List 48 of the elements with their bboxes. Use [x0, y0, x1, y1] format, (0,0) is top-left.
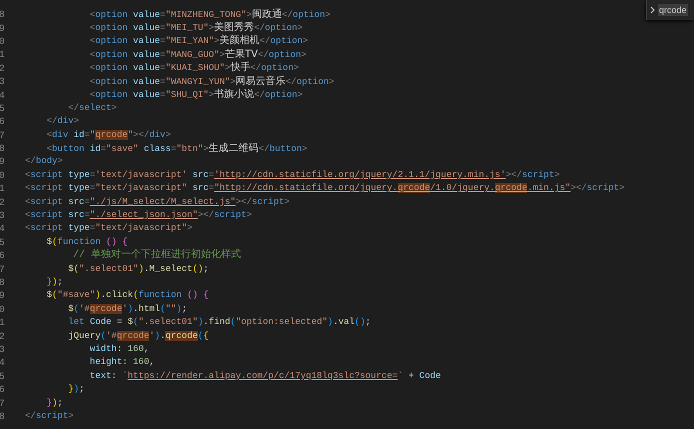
- line-number: 9: [0, 22, 6, 34]
- code-line: <div id="qrcode"></div>: [46, 128, 171, 142]
- code-line: <script type="text/javascript" src="http://cdn.staticfile.org/jquery.qrcode/1.0/jquery.qrcode.min.js"></script>: [25, 182, 625, 196]
- line-number: 1: [0, 317, 6, 328]
- code-line: <script type='text/javascript' src='http://cdn.staticfile.org/jquery/2.1.1/jquery.min.js'></script>: [25, 168, 560, 182]
- code-line: <option value="MINZHENG_TONG">闽政通</option>: [88, 8, 330, 22]
- code-line: text: `https://render.alipay.com/p/c/17yq18lq3slc?source=` + Code: [88, 370, 441, 383]
- code-line: $("#save").click(function () {: [46, 289, 209, 302]
- code-line: // 单独对一个下拉框进行初始化样式: [72, 249, 242, 262]
- chevron-icon[interactable]: [650, 6, 655, 14]
- code-line: </script>: [25, 410, 74, 423]
- code-line: <script type="text/javascript">: [25, 222, 192, 236]
- line-number: 2: [0, 196, 6, 208]
- line-number: 9: [0, 290, 6, 302]
- code-line: $('#qrcode').html("");: [67, 302, 188, 316]
- code-line: <script src="./select_json.json"></script>: [25, 209, 252, 222]
- code-line: $(function () {: [46, 236, 128, 248]
- code-line: });: [67, 383, 84, 396]
- line-number: 7: [0, 130, 6, 141]
- line-number: 2: [0, 62, 6, 74]
- code-line: let Code = $(".select01").find("option:selected").val();: [67, 316, 371, 330]
- line-number: 1: [0, 183, 6, 194]
- line-number: 9: [0, 156, 6, 168]
- line-number: 7: [0, 398, 6, 409]
- line-number: 6: [0, 250, 6, 262]
- code-line: <option value="WANGYI_YUN">网易云音乐</option>: [88, 74, 334, 88]
- code-line: <option value="MANG_GUO">芒果TV</option>: [88, 48, 306, 62]
- code-line: <button id="save" class="btn">生成二维码</button>: [46, 142, 308, 156]
- code-line: });: [46, 276, 63, 289]
- code-line: <script src="./js/M_select/M_select.js"></script>: [25, 196, 290, 209]
- line-number: 2: [0, 330, 6, 342]
- code-line: <option value="KUAI_SHOU">快手</option>: [88, 61, 299, 76]
- line-number: 1: [0, 49, 6, 60]
- line-number: 6: [0, 384, 6, 396]
- code-line: </select>: [67, 102, 117, 115]
- code-line: });: [46, 396, 63, 410]
- code-line: <option value="SHU_QI">书旗小说</option>: [88, 88, 303, 102]
- code-line: jQuery('#qrcode').qrcode({: [67, 330, 209, 343]
- code-line: width: 160,: [88, 342, 150, 356]
- code-line: height: 160,: [88, 356, 155, 370]
- code-line: $(".select01").M_select();: [67, 262, 209, 276]
- code-line: </div>: [46, 115, 80, 128]
- find-input[interactable]: qrcode: [658, 4, 688, 16]
- line-number: 7: [0, 264, 6, 275]
- line-number: 6: [0, 116, 6, 128]
- code-line: <option value="MEI_YAN">美颜相机</option>: [88, 34, 308, 48]
- code-line: </body>: [25, 155, 63, 168]
- code-line: <option value="MEI_TU">美图秀秀</option>: [88, 21, 303, 34]
